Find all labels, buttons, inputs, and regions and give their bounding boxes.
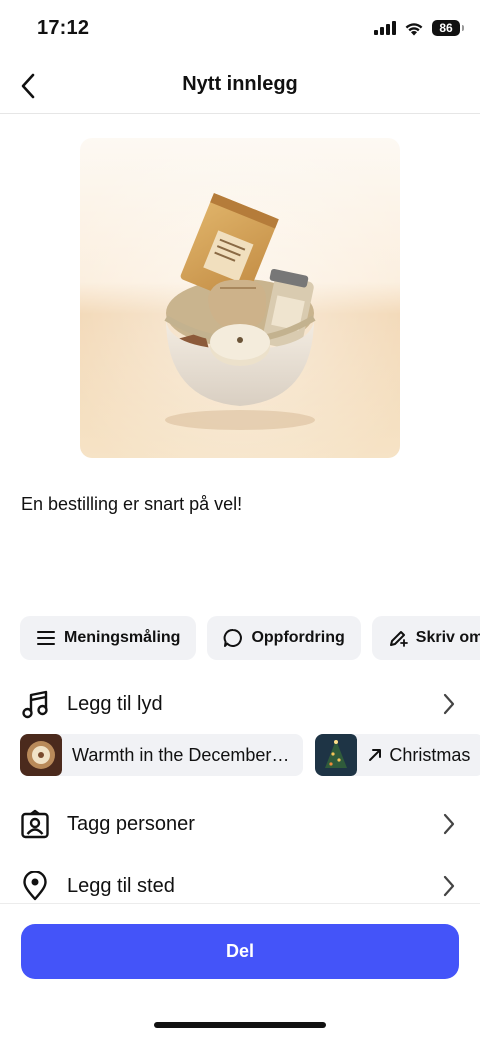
- battery-level: 86: [439, 21, 453, 35]
- status-bar: 17:12 86: [0, 0, 480, 58]
- chevron-right-icon: [443, 693, 455, 715]
- add-location-row[interactable]: Legg til sted: [0, 860, 480, 912]
- poll-chip[interactable]: Meningsmåling: [20, 616, 197, 660]
- album-art-thumbnail: [315, 734, 358, 776]
- tag-person-icon: [20, 809, 50, 839]
- status-time: 17:12: [37, 17, 90, 39]
- cellular-signal-icon: [374, 21, 396, 35]
- chevron-right-icon: [443, 813, 455, 835]
- trending-arrow-icon: [369, 749, 382, 761]
- add-sound-row[interactable]: Legg til lyd: [0, 678, 480, 730]
- rewrite-chip[interactable]: Skriv om: [371, 616, 480, 660]
- music-suggestions: Warmth in the December… Christmas: [20, 734, 480, 776]
- wifi-icon: [405, 22, 423, 35]
- post-caption[interactable]: En bestilling er snart på vel!: [21, 494, 242, 515]
- tag-people-label: Tagg personer: [67, 812, 195, 835]
- caption-tools: Meningsmåling Oppfordring Skriv om: [20, 616, 480, 660]
- gift-basket-photo: [80, 138, 400, 458]
- page-title: Nytt innlegg: [182, 73, 298, 95]
- add-location-label: Legg til sted: [67, 874, 175, 897]
- list-icon: [37, 631, 55, 645]
- nav-bar: Nytt innlegg: [0, 58, 480, 114]
- share-button[interactable]: Del: [21, 924, 459, 979]
- music-suggestion-title: Christmas: [389, 744, 471, 765]
- tag-people-row[interactable]: Tagg personer: [0, 798, 480, 850]
- prompt-chip-label: Oppfordring: [251, 629, 345, 646]
- music-note-icon: [20, 689, 50, 719]
- music-suggestion-title: Warmth in the December…: [72, 744, 290, 765]
- add-sound-label: Legg til lyd: [67, 692, 163, 715]
- post-media-thumbnail[interactable]: [80, 138, 400, 458]
- poll-chip-label: Meningsmåling: [64, 629, 181, 646]
- chevron-right-icon: [443, 875, 455, 897]
- speech-bubble-icon: [224, 629, 243, 647]
- home-indicator: [154, 1022, 326, 1028]
- battery-icon: 86: [432, 20, 464, 36]
- music-suggestion-item[interactable]: Christmas: [315, 734, 480, 776]
- pencil-sparkle-icon: [389, 631, 408, 647]
- album-art-thumbnail: [20, 734, 62, 776]
- prompt-chip[interactable]: Oppfordring: [207, 616, 361, 660]
- status-icons: 86: [374, 20, 464, 36]
- location-pin-icon: [20, 871, 50, 901]
- divider: [0, 903, 480, 904]
- share-button-label: Del: [225, 941, 254, 961]
- rewrite-chip-label: Skriv om: [415, 629, 480, 646]
- music-suggestion-item[interactable]: Warmth in the December…: [20, 734, 304, 776]
